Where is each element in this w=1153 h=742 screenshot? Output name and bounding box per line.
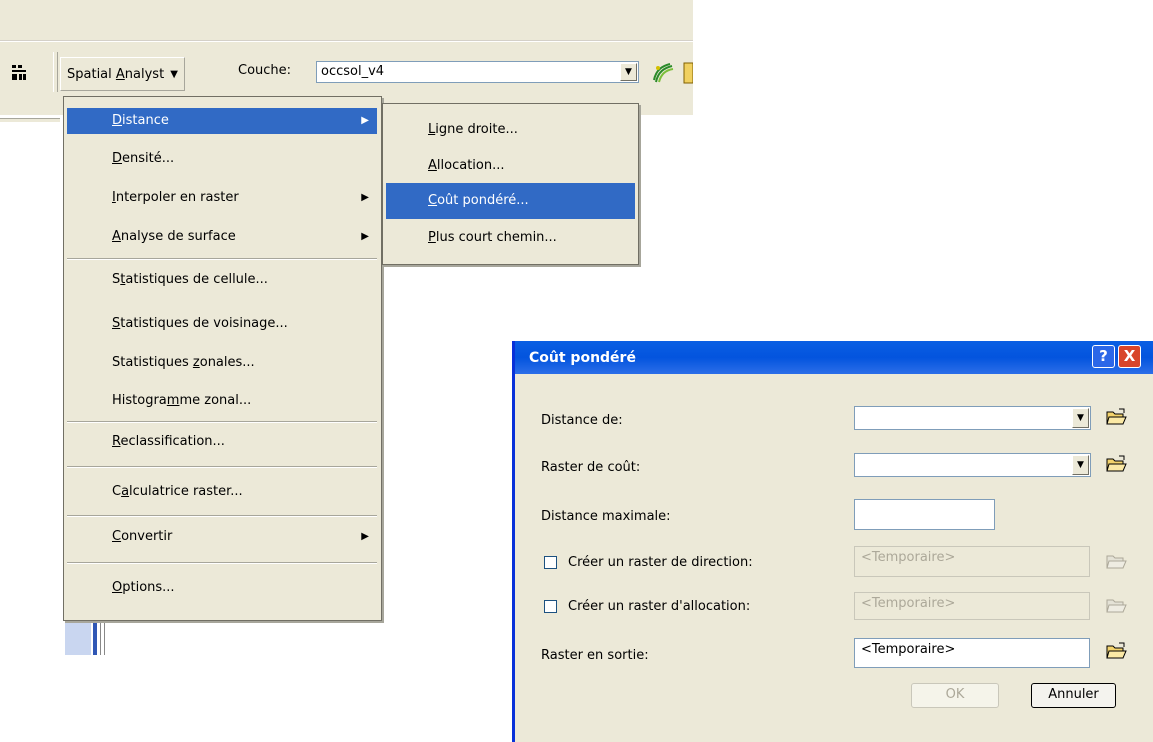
spatial-analyst-label: Spatial Analyst bbox=[67, 66, 165, 82]
menu-item-statistiques-cellule[interactable]: Statistiques de cellule... bbox=[67, 267, 377, 293]
creer-direction-label: Créer un raster de direction: bbox=[568, 555, 753, 570]
raster-sortie-input[interactable]: <Temporaire> bbox=[854, 638, 1090, 668]
open-folder-icon[interactable] bbox=[1105, 407, 1127, 427]
submenu-arrow-icon: ▶ bbox=[361, 115, 369, 126]
menu-item-reclassification[interactable]: Reclassification... bbox=[67, 429, 377, 455]
menu-separator bbox=[67, 258, 377, 260]
menu-item-calculatrice-raster[interactable]: Calculatrice raster... bbox=[67, 479, 377, 505]
submenu-arrow-icon: ▶ bbox=[361, 231, 369, 242]
menu-item-analyse-surface[interactable]: Analyse de surface ▶ bbox=[67, 224, 377, 250]
help-button[interactable]: ? bbox=[1092, 345, 1115, 368]
submenu-item-plus-court-chemin[interactable]: Plus court chemin... bbox=[386, 220, 635, 256]
spatial-analyst-menu: Distance ▶ Densité... Interpoler en rast… bbox=[63, 96, 382, 621]
menu-separator bbox=[67, 466, 377, 468]
histogram-tool-icon[interactable] bbox=[682, 60, 693, 86]
ok-button[interactable]: OK bbox=[911, 683, 999, 708]
toolbar-grip[interactable] bbox=[53, 52, 58, 92]
couche-label: Couche: bbox=[238, 63, 292, 78]
caret-down-icon: ▼ bbox=[170, 68, 178, 80]
distance-maximale-label: Distance maximale: bbox=[541, 509, 671, 524]
creer-allocation-checkbox[interactable] bbox=[544, 600, 557, 613]
creer-direction-output: <Temporaire> bbox=[854, 546, 1090, 577]
menu-item-options[interactable]: Options... bbox=[67, 575, 377, 601]
menu-separator bbox=[67, 515, 377, 517]
couche-select[interactable]: occsol_v4 ▼ bbox=[316, 61, 639, 83]
creer-allocation-label: Créer un raster d'allocation: bbox=[568, 599, 751, 614]
dialog-title-bar[interactable]: Coût pondéré ? X bbox=[515, 341, 1153, 374]
open-folder-icon bbox=[1106, 555, 1127, 569]
close-icon: X bbox=[1123, 347, 1136, 365]
scrollbar-fragment bbox=[65, 620, 113, 655]
distance-submenu: Ligne droite... Allocation... Coût pondé… bbox=[382, 103, 639, 265]
menu-item-statistiques-zonales[interactable]: Statistiques zonales... bbox=[67, 350, 377, 376]
toolbar-divider-highlight bbox=[0, 41, 693, 42]
chevron-down-icon[interactable]: ▼ bbox=[620, 63, 637, 81]
menu-item-interpoler[interactable]: Interpoler en raster ▶ bbox=[67, 185, 377, 211]
chevron-down-icon[interactable]: ▼ bbox=[1072, 408, 1089, 428]
close-button[interactable]: X bbox=[1118, 345, 1141, 368]
couche-value: occsol_v4 bbox=[321, 64, 385, 79]
spatial-analyst-button[interactable]: Spatial Analyst ▼ bbox=[60, 57, 185, 91]
distance-maximale-input[interactable] bbox=[854, 499, 995, 530]
open-folder-icon bbox=[1106, 599, 1127, 613]
distance-de-select[interactable]: ▼ bbox=[854, 406, 1091, 430]
menu-separator bbox=[67, 562, 377, 564]
dialog-title: Coût pondéré bbox=[529, 350, 636, 366]
georeference-icon[interactable] bbox=[8, 60, 34, 84]
open-folder-icon[interactable] bbox=[1105, 454, 1127, 474]
cout-pondere-dialog: Coût pondéré ? X Distance de: ▼ Raster d… bbox=[512, 341, 1153, 742]
submenu-item-allocation[interactable]: Allocation... bbox=[386, 148, 635, 184]
scrollbar-edge bbox=[93, 620, 97, 655]
help-icon: ? bbox=[1099, 347, 1108, 365]
creer-direction-checkbox[interactable] bbox=[544, 556, 557, 569]
distance-de-label: Distance de: bbox=[541, 413, 623, 428]
scrollbar-track bbox=[65, 620, 91, 655]
raster-sortie-label: Raster en sortie: bbox=[541, 648, 649, 663]
submenu-item-cout-pondere[interactable]: Coût pondéré... bbox=[386, 183, 635, 219]
creer-allocation-output: <Temporaire> bbox=[854, 592, 1090, 620]
open-folder-icon[interactable] bbox=[1105, 641, 1127, 661]
annuler-button[interactable]: Annuler bbox=[1031, 683, 1116, 708]
chevron-down-icon[interactable]: ▼ bbox=[1072, 455, 1089, 475]
raster-cout-select[interactable]: ▼ bbox=[854, 453, 1091, 477]
menu-item-distance[interactable]: Distance ▶ bbox=[67, 108, 377, 134]
menu-item-densite[interactable]: Densité... bbox=[67, 146, 377, 172]
cell-statistics-tool-icon[interactable] bbox=[650, 60, 676, 86]
raster-cout-label: Raster de coût: bbox=[541, 460, 641, 475]
menu-item-convertir[interactable]: Convertir ▶ bbox=[67, 524, 377, 550]
submenu-arrow-icon: ▶ bbox=[361, 192, 369, 203]
menu-item-statistiques-voisinage[interactable]: Statistiques de voisinage... bbox=[67, 311, 377, 337]
submenu-arrow-icon: ▶ bbox=[361, 531, 369, 542]
menu-item-histogramme-zonal[interactable]: Histogramme zonal... bbox=[67, 388, 377, 414]
window-divider bbox=[0, 118, 60, 123]
splitter-handle[interactable] bbox=[100, 620, 105, 655]
submenu-item-ligne-droite[interactable]: Ligne droite... bbox=[386, 112, 635, 148]
menu-separator bbox=[67, 421, 377, 423]
